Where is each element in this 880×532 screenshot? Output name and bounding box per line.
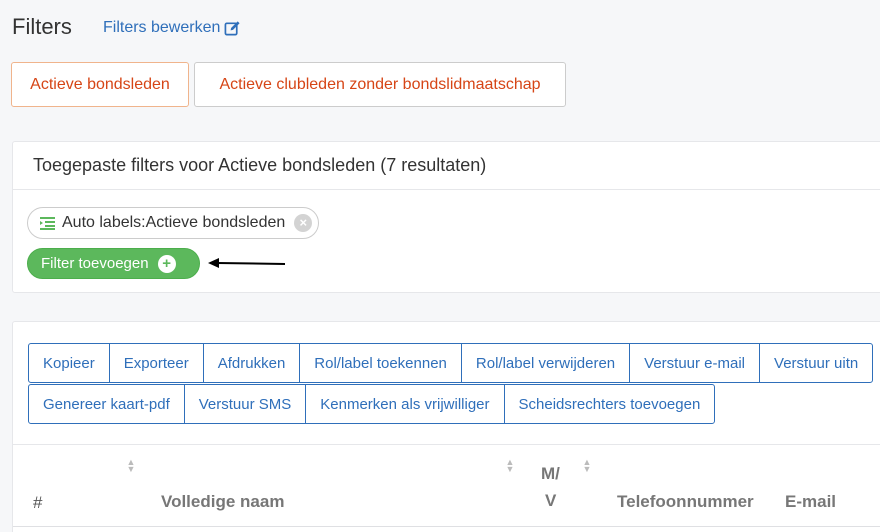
page-title: Filters bbox=[12, 14, 72, 39]
column-number: # bbox=[33, 493, 43, 512]
assign-role-button[interactable]: Rol/label toekennen bbox=[299, 343, 462, 383]
send-email-button[interactable]: Verstuur e-mail bbox=[629, 343, 761, 383]
applied-filters-panel: Toegepaste filters voor Actieve bondsled… bbox=[12, 141, 880, 293]
add-filter-label: Filter toevoegen bbox=[41, 255, 149, 272]
edit-filters-link[interactable]: Filters bewerken bbox=[103, 19, 241, 37]
list-icon bbox=[40, 217, 55, 230]
remove-filter-icon[interactable]: × bbox=[294, 214, 313, 232]
toolbar-row-1: Kopieer Exporteer Afdrukken Rol/label to… bbox=[28, 343, 874, 383]
edit-filters-label: Filters bewerken bbox=[103, 19, 221, 36]
column-name[interactable]: Volledige naam bbox=[161, 492, 284, 512]
column-gender-bottom[interactable]: V bbox=[545, 491, 556, 511]
copy-button[interactable]: Kopieer bbox=[28, 343, 110, 383]
add-filter-button[interactable]: Filter toevoegen + bbox=[27, 248, 200, 279]
sort-id-icon[interactable]: ▲ ▼ bbox=[505, 458, 515, 474]
export-button[interactable]: Exporteer bbox=[108, 343, 204, 383]
column-phone[interactable]: Telefoonnummer bbox=[617, 492, 754, 512]
generate-card-pdf-button[interactable]: Genereer kaart-pdf bbox=[28, 384, 185, 424]
members-table-panel: Kopieer Exporteer Afdrukken Rol/label to… bbox=[12, 321, 880, 532]
add-referees-button[interactable]: Scheidsrechters toevoegen bbox=[503, 384, 716, 424]
remove-role-button[interactable]: Rol/label verwijderen bbox=[460, 343, 631, 383]
column-email[interactable]: E-mail bbox=[785, 492, 836, 512]
arrow-annotation bbox=[208, 258, 286, 268]
send-invite-button[interactable]: Verstuur uitn bbox=[759, 343, 874, 383]
sort-gender-icon[interactable]: ▲ ▼ bbox=[582, 458, 592, 474]
toolbar-row-2: Genereer kaart-pdf Verstuur SMS Kenmerke… bbox=[28, 384, 716, 424]
mark-volunteer-button[interactable]: Kenmerken als vrijwilliger bbox=[305, 384, 505, 424]
filter-chip[interactable]: Auto labels:Actieve bondsleden × bbox=[27, 207, 320, 239]
filter-tab-actieve-clubleden[interactable]: Actieve clubleden zonder bondslidmaatsch… bbox=[194, 62, 566, 107]
sort-name-icon[interactable]: ▲ ▼ bbox=[126, 458, 136, 474]
filter-chip-label: Auto labels:Actieve bondsleden bbox=[62, 214, 286, 231]
print-button[interactable]: Afdrukken bbox=[202, 343, 301, 383]
table-header: # ▲ ▼ Volledige naam ▲ ▼ M/ V ▲ ▼ Telefoonn… bbox=[13, 444, 880, 527]
filter-tab-actieve-bondsleden[interactable]: Actieve bondsleden bbox=[11, 62, 189, 107]
applied-filters-title: Toegepaste filters voor Actieve bondsled… bbox=[13, 142, 880, 190]
column-gender-top[interactable]: M/ bbox=[541, 464, 560, 484]
send-sms-button[interactable]: Verstuur SMS bbox=[183, 384, 307, 424]
edit-icon bbox=[224, 20, 240, 35]
plus-icon: + bbox=[157, 254, 176, 273]
